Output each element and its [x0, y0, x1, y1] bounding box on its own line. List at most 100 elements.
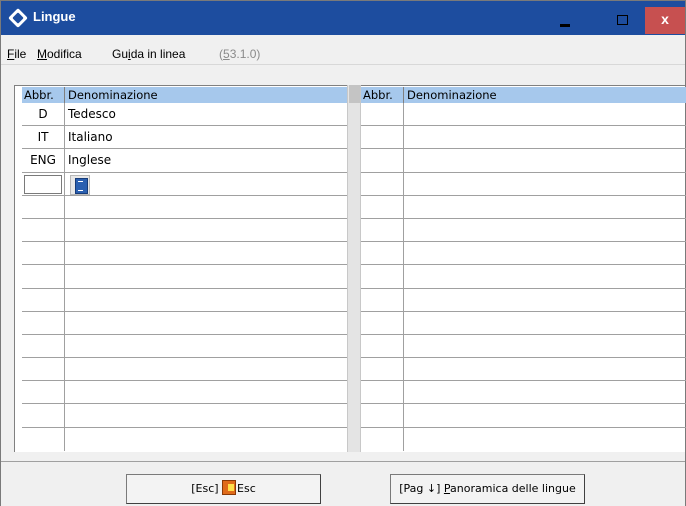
table-row[interactable]	[22, 381, 348, 405]
cell-abbr[interactable]	[22, 288, 65, 311]
cell-abbr[interactable]: IT	[22, 126, 65, 149]
cell-denominazione[interactable]	[66, 173, 68, 195]
cell-denominazione[interactable]	[66, 242, 68, 264]
cell-denominazione[interactable]	[66, 358, 68, 380]
table-row[interactable]	[361, 265, 686, 289]
cell-denominazione[interactable]	[405, 381, 407, 403]
cell-denominazione[interactable]	[405, 149, 407, 171]
maximize-button[interactable]	[599, 7, 644, 34]
cell-abbr[interactable]	[22, 265, 65, 288]
cell-denominazione[interactable]	[66, 404, 68, 426]
cell-abbr[interactable]	[361, 172, 404, 195]
table-row[interactable]	[361, 381, 686, 405]
grid-scrollbar[interactable]	[347, 85, 361, 452]
cell-abbr[interactable]	[22, 427, 65, 451]
table-row[interactable]	[361, 218, 686, 243]
table-row[interactable]	[22, 427, 348, 451]
cell-abbr[interactable]	[22, 311, 65, 334]
table-row[interactable]	[22, 218, 348, 243]
cell-abbr[interactable]	[361, 381, 404, 404]
cell-abbr[interactable]	[22, 218, 65, 242]
cell-abbr[interactable]	[22, 195, 65, 218]
table-row[interactable]	[361, 172, 686, 196]
cell-abbr[interactable]	[361, 311, 404, 334]
menu-modifica[interactable]: Modifica	[37, 47, 82, 61]
cell-abbr[interactable]	[361, 358, 404, 381]
cell-denominazione[interactable]	[405, 404, 407, 426]
column-header-abbr[interactable]: Abbr.	[22, 87, 65, 103]
close-button[interactable]: x	[645, 7, 685, 34]
table-row[interactable]	[22, 404, 348, 428]
cell-denominazione[interactable]	[405, 265, 407, 287]
table-row[interactable]	[361, 149, 686, 173]
app-diamond-icon[interactable]	[8, 8, 28, 28]
cell-denominazione[interactable]	[405, 103, 407, 125]
cell-denominazione[interactable]	[66, 219, 68, 241]
cell-abbr[interactable]	[361, 404, 404, 427]
scrollbar-thumb[interactable]	[349, 85, 360, 103]
cell-denominazione[interactable]	[405, 173, 407, 195]
table-row-edit[interactable]	[22, 172, 348, 196]
cell-denominazione[interactable]	[405, 196, 407, 218]
cell-denominazione[interactable]	[405, 242, 407, 264]
cell-denominazione[interactable]	[66, 381, 68, 403]
cell-denominazione[interactable]	[405, 312, 407, 334]
column-header-denominazione[interactable]: Denominazione	[405, 87, 497, 103]
table-row[interactable]	[361, 427, 686, 451]
cell-abbr[interactable]	[361, 126, 404, 149]
table-row[interactable]	[22, 242, 348, 266]
cell-abbr[interactable]	[22, 242, 65, 265]
table-row[interactable]	[361, 358, 686, 382]
cell-denominazione[interactable]	[405, 219, 407, 241]
table-row[interactable]	[22, 358, 348, 382]
cell-abbr[interactable]	[361, 427, 404, 451]
cell-denominazione[interactable]	[66, 196, 68, 218]
cell-denominazione[interactable]	[405, 289, 407, 311]
cell-denominazione[interactable]	[66, 289, 68, 311]
panoramica-button[interactable]: [Pag ↓] Panoramica delle lingue	[390, 474, 585, 504]
table-row[interactable]	[22, 265, 348, 289]
cell-abbr[interactable]	[22, 381, 65, 404]
cell-denominazione[interactable]: Inglese	[66, 149, 111, 171]
column-header-abbr[interactable]: Abbr.	[361, 87, 404, 103]
table-row[interactable]	[22, 334, 348, 359]
table-row[interactable]	[361, 311, 686, 335]
minimize-button[interactable]	[546, 7, 584, 34]
table-row[interactable]	[361, 242, 686, 266]
cell-denominazione[interactable]	[405, 428, 407, 451]
table-row[interactable]	[22, 195, 348, 219]
abbr-input[interactable]	[24, 174, 62, 194]
table-row[interactable]: IT Italiano	[22, 126, 348, 150]
cell-abbr[interactable]	[22, 404, 65, 427]
table-row[interactable]	[361, 126, 686, 150]
cell-denominazione[interactable]	[405, 358, 407, 380]
cell-denominazione[interactable]	[66, 312, 68, 334]
cell-abbr[interactable]	[361, 288, 404, 311]
cell-denominazione[interactable]	[66, 428, 68, 451]
table-row[interactable]: ENG Inglese	[22, 149, 348, 173]
esc-button[interactable]: [Esc] Esc	[126, 474, 321, 504]
table-row[interactable]: D Tedesco	[22, 103, 348, 127]
cell-denominazione[interactable]	[66, 265, 68, 287]
lookup-list-icon[interactable]	[70, 174, 90, 195]
column-header-denominazione[interactable]: Denominazione	[66, 87, 158, 103]
table-row[interactable]	[361, 334, 686, 359]
cell-denominazione[interactable]	[66, 335, 68, 357]
cell-abbr[interactable]	[361, 103, 404, 126]
cell-denominazione[interactable]: Italiano	[66, 126, 113, 148]
cell-abbr[interactable]	[361, 149, 404, 172]
cell-abbr[interactable]: D	[22, 103, 65, 126]
table-row[interactable]	[22, 311, 348, 335]
table-row[interactable]	[361, 103, 686, 127]
cell-abbr[interactable]	[361, 218, 404, 242]
menu-file[interactable]: File	[7, 47, 26, 61]
cell-denominazione[interactable]	[405, 335, 407, 357]
table-row[interactable]	[361, 288, 686, 312]
table-row[interactable]	[22, 288, 348, 312]
menu-guida-in-linea[interactable]: Guida in linea	[112, 47, 185, 61]
cell-abbr[interactable]	[361, 195, 404, 218]
cell-abbr[interactable]	[361, 265, 404, 288]
table-row[interactable]	[361, 404, 686, 428]
cell-abbr[interactable]	[22, 334, 65, 358]
cell-denominazione[interactable]	[405, 126, 407, 148]
